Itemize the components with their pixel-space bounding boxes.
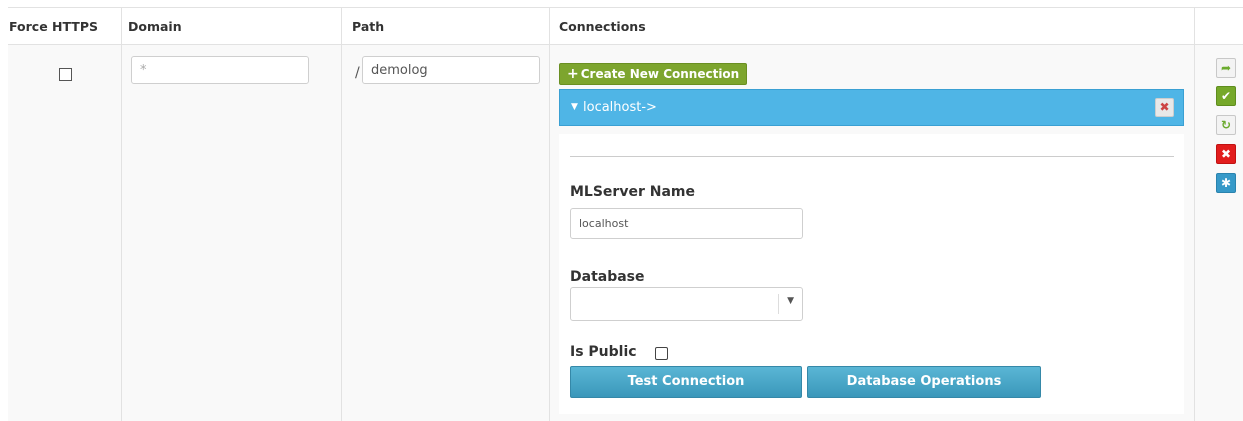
column-divider [549, 7, 550, 45]
plus-icon: + [567, 66, 579, 82]
is-public-checkbox[interactable] [655, 347, 668, 360]
create-new-connection-button[interactable]: + Create New Connection [559, 63, 748, 85]
chevron-down-icon: ▼ [787, 296, 794, 306]
refresh-button[interactable]: ↻ [1216, 115, 1236, 135]
path-input[interactable] [362, 56, 540, 84]
delete-button[interactable]: ✖ [1216, 144, 1236, 164]
proxy-table: Force HTTPS Domain Path Connections / +C… [8, 7, 1243, 421]
gear-icon: ✱ [1220, 176, 1232, 190]
mlserver-name-label: MLServer Name [570, 184, 695, 200]
delete-icon: ✖ [1220, 147, 1232, 161]
database-operations-button[interactable]: Database Operations [807, 366, 1041, 398]
caret-down-icon: ▼ [571, 102, 578, 112]
close-icon: ✖ [1159, 100, 1170, 114]
mlserver-name-input[interactable] [570, 208, 803, 239]
column-divider [341, 7, 342, 45]
connection-label: localhost-> [583, 100, 657, 115]
export-icon: ➦ [1220, 61, 1232, 75]
path-prefix: / [355, 65, 360, 81]
connection-header[interactable]: ▼ localhost-> ✖ [559, 89, 1184, 126]
database-select[interactable]: ▼ [570, 287, 803, 321]
header-connections: Connections [559, 19, 646, 34]
force-https-checkbox[interactable] [59, 68, 72, 81]
database-label: Database [570, 269, 645, 285]
refresh-icon: ↻ [1220, 118, 1232, 132]
column-divider [121, 7, 122, 45]
table-row: / +Create New Connection ▼ localhost-> ✖… [8, 45, 1243, 421]
is-public-label: Is Public [570, 344, 637, 360]
remove-connection-button[interactable]: ✖ [1155, 98, 1174, 117]
header-force-https: Force HTTPS [9, 19, 98, 34]
column-divider [121, 45, 122, 421]
save-button[interactable]: ✔ [1216, 86, 1236, 106]
column-divider [341, 45, 342, 421]
column-divider [549, 45, 550, 421]
header-domain: Domain [128, 19, 182, 34]
domain-input[interactable] [131, 56, 309, 84]
table-header: Force HTTPS Domain Path Connections [8, 7, 1243, 45]
header-path: Path [352, 19, 385, 34]
divider [570, 156, 1174, 157]
check-icon: ✔ [1220, 89, 1232, 103]
settings-button[interactable]: ✱ [1216, 173, 1236, 193]
export-button[interactable]: ➦ [1216, 58, 1236, 78]
select-divider [778, 294, 779, 314]
create-new-connection-label: Create New Connection [580, 67, 740, 81]
column-divider [1194, 45, 1195, 421]
column-divider [1194, 7, 1195, 45]
test-connection-button[interactable]: Test Connection [570, 366, 802, 398]
connection-panel: MLServer Name Database ▼ Is Public Test … [559, 134, 1184, 414]
